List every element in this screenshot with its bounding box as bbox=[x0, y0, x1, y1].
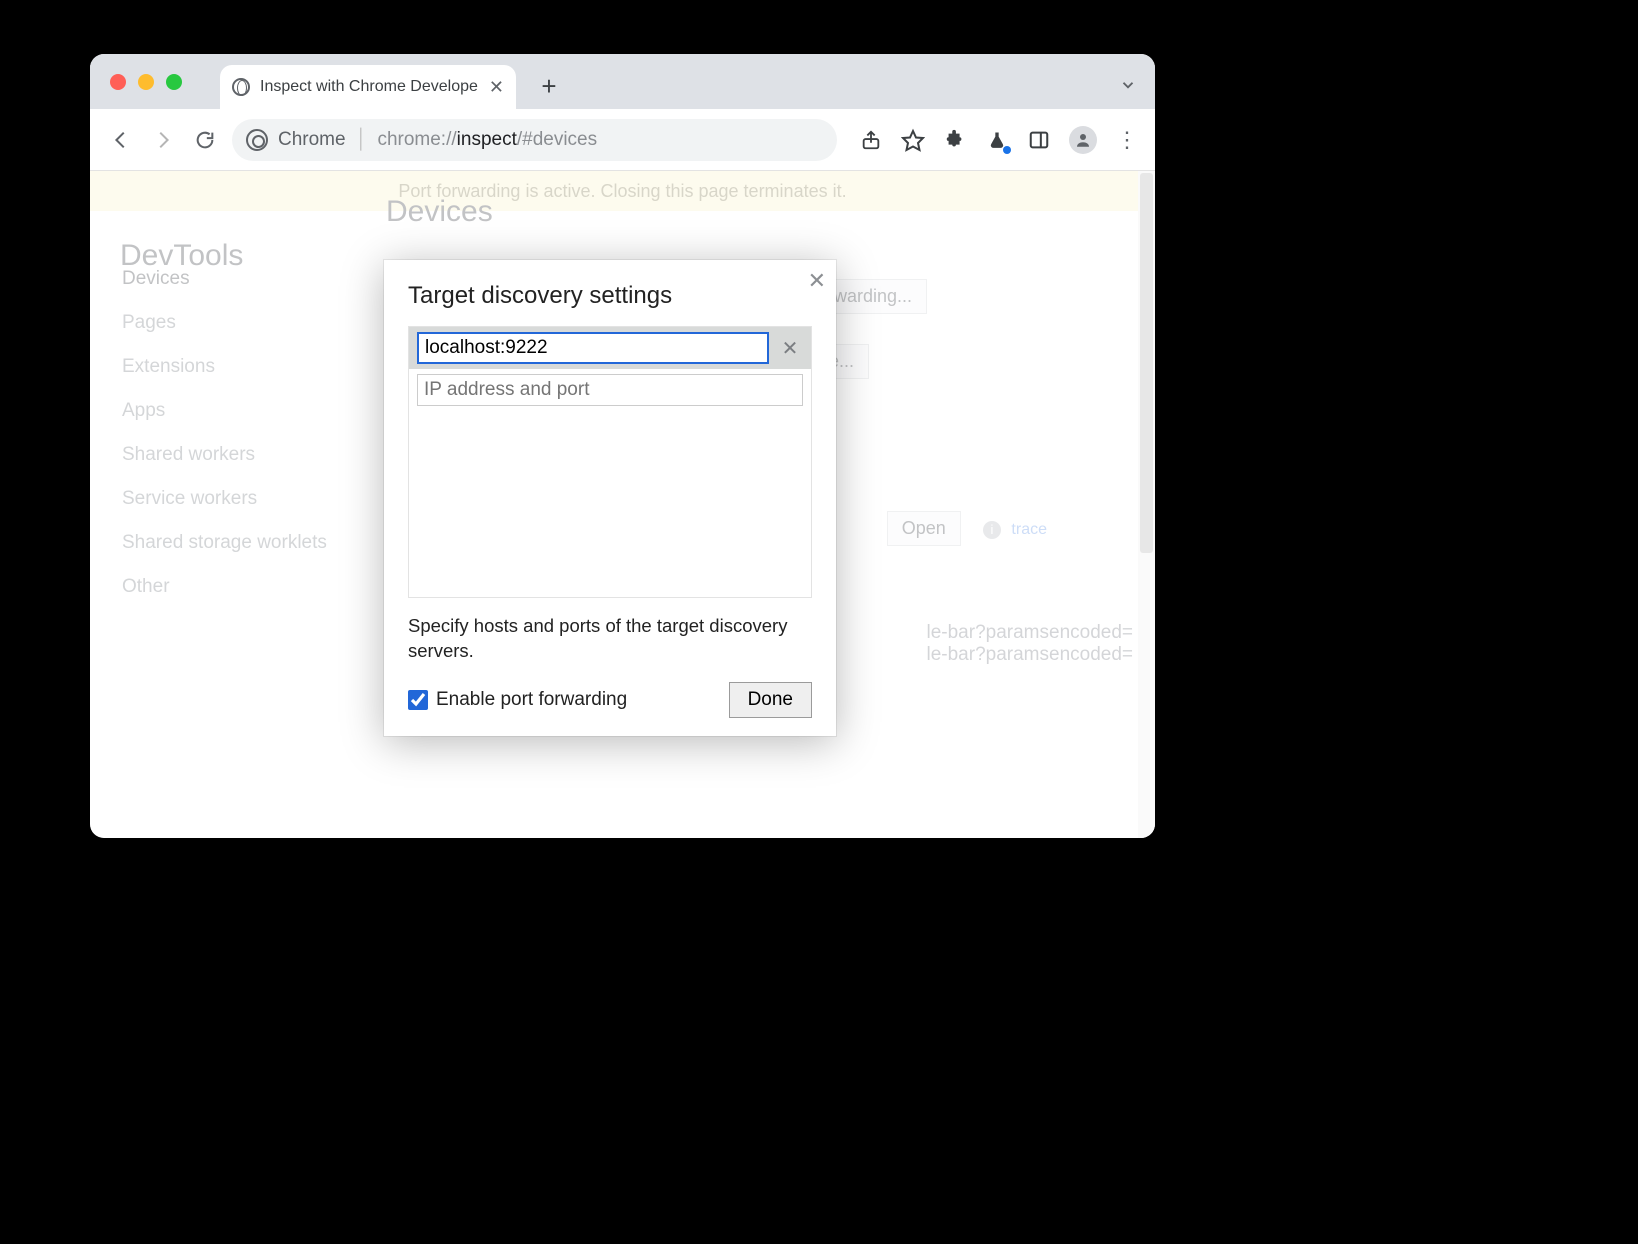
title-bar: Inspect with Chrome Develope ✕ + bbox=[90, 54, 1155, 109]
extensions-icon[interactable] bbox=[943, 128, 967, 152]
open-button[interactable]: Open bbox=[887, 511, 961, 546]
target-input-0[interactable] bbox=[417, 332, 769, 364]
dialog-description: Specify hosts and ports of the target di… bbox=[408, 614, 812, 664]
address-bar[interactable]: Chrome │ chrome://inspect/#devices bbox=[232, 119, 837, 161]
sidebar-item-shared-workers[interactable]: Shared workers bbox=[112, 433, 362, 477]
scrollbar-thumb[interactable] bbox=[1140, 173, 1153, 553]
toolbar-right-icons: ⋮ bbox=[859, 126, 1139, 154]
enable-port-forwarding-checkbox[interactable]: Enable port forwarding bbox=[408, 689, 627, 711]
profile-avatar-icon[interactable] bbox=[1069, 126, 1097, 154]
scrollbar-track bbox=[1138, 171, 1155, 838]
browser-window: Inspect with Chrome Develope ✕ + Chrome … bbox=[90, 54, 1155, 838]
maximize-window-icon[interactable] bbox=[166, 74, 182, 90]
notification-dot-icon bbox=[1003, 146, 1011, 154]
back-button[interactable] bbox=[106, 125, 136, 155]
menu-icon[interactable]: ⋮ bbox=[1115, 128, 1139, 152]
reload-button[interactable] bbox=[190, 125, 220, 155]
remove-row-icon[interactable]: ✕ bbox=[777, 336, 803, 361]
sidebar-item-apps[interactable]: Apps bbox=[112, 389, 362, 433]
target-row-empty bbox=[409, 369, 811, 411]
tab-title: Inspect with Chrome Develope bbox=[260, 78, 479, 96]
done-button[interactable]: Done bbox=[729, 682, 812, 718]
sidebar-item-pages[interactable]: Pages bbox=[112, 301, 362, 345]
toolbar: Chrome │ chrome://inspect/#devices bbox=[90, 109, 1155, 171]
address-separator: │ bbox=[356, 129, 368, 151]
target-discovery-dialog: ✕ Target discovery settings ✕ Specify ho… bbox=[384, 260, 836, 736]
close-window-icon[interactable] bbox=[110, 74, 126, 90]
tab-close-icon[interactable]: ✕ bbox=[489, 77, 504, 98]
side-panel-icon[interactable] bbox=[1027, 128, 1051, 152]
sidebar-item-other[interactable]: Other bbox=[112, 565, 362, 609]
info-icon: i bbox=[983, 521, 1001, 539]
window-controls bbox=[110, 74, 182, 90]
forward-button[interactable] bbox=[148, 125, 178, 155]
checkbox-input[interactable] bbox=[408, 690, 428, 710]
dialog-close-icon[interactable]: ✕ bbox=[808, 268, 826, 294]
new-tab-button[interactable]: + bbox=[528, 65, 570, 107]
address-path: chrome://inspect/#devices bbox=[377, 129, 597, 151]
bookmark-star-icon[interactable] bbox=[901, 128, 925, 152]
tabs-dropdown-icon[interactable] bbox=[1119, 76, 1137, 99]
sidebar-item-shared-storage-worklets[interactable]: Shared storage worklets bbox=[112, 521, 362, 565]
checkbox-label: Enable port forwarding bbox=[436, 689, 627, 711]
target-input-1[interactable] bbox=[417, 374, 803, 406]
sidebar-item-service-workers[interactable]: Service workers bbox=[112, 477, 362, 521]
trace-link[interactable]: trace bbox=[1011, 521, 1047, 538]
target-row-active: ✕ bbox=[409, 327, 811, 369]
devices-heading: Devices bbox=[386, 195, 1137, 229]
share-icon[interactable] bbox=[859, 128, 883, 152]
experiments-flask-icon[interactable] bbox=[985, 128, 1009, 152]
sidebar: Devices Pages Extensions Apps Shared wor… bbox=[112, 257, 362, 609]
sidebar-item-extensions[interactable]: Extensions bbox=[112, 345, 362, 389]
dialog-title: Target discovery settings bbox=[408, 282, 812, 310]
address-prefix: Chrome bbox=[278, 129, 346, 151]
browser-tab[interactable]: Inspect with Chrome Develope ✕ bbox=[220, 65, 516, 109]
minimize-window-icon[interactable] bbox=[138, 74, 154, 90]
chrome-icon bbox=[246, 129, 268, 151]
target-rows: ✕ bbox=[408, 326, 812, 598]
sidebar-item-devices[interactable]: Devices bbox=[112, 257, 362, 301]
globe-icon bbox=[232, 78, 250, 96]
